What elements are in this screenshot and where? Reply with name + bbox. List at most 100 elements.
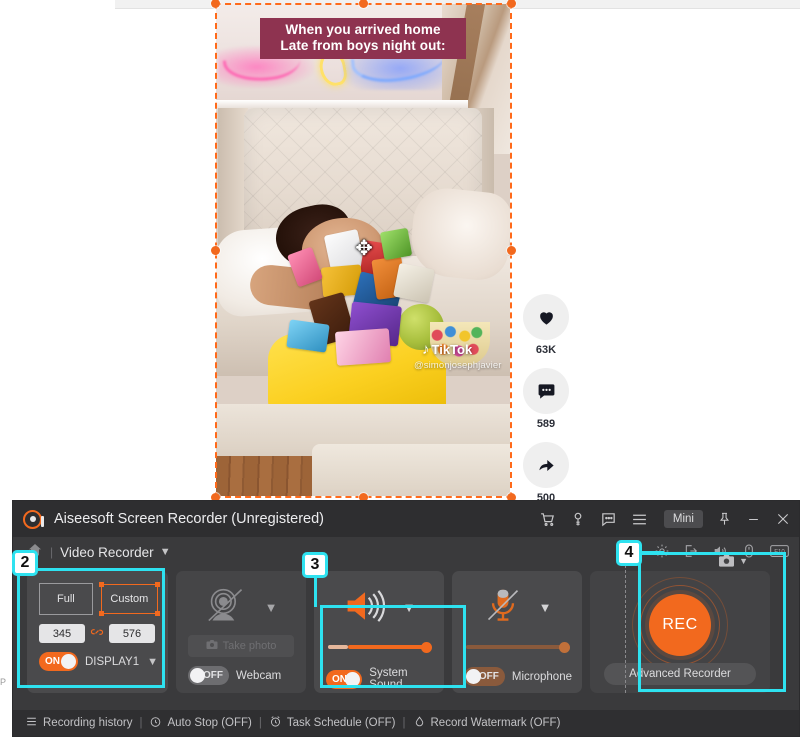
- microphone-muted-icon[interactable]: [483, 587, 523, 628]
- minimize-icon[interactable]: [746, 512, 761, 527]
- tiktok-note-icon: ♪: [422, 341, 430, 358]
- callout-badge-2: 2: [12, 550, 38, 576]
- resize-handle-middle-right[interactable]: [507, 246, 516, 255]
- webcam-toggle-row: OFF Webcam: [188, 666, 296, 685]
- tiktok-social-rail: 63K 589 500: [523, 294, 569, 516]
- statusbar-separator: |: [258, 717, 262, 729]
- camera-snapshot-icon[interactable]: ▼: [718, 553, 748, 568]
- slider-thumb[interactable]: [559, 641, 570, 653]
- webcam-toggle[interactable]: OFF: [188, 666, 229, 685]
- system-sound-label: System Sound: [369, 667, 408, 691]
- webcam-panel: ▼ Take photo OFF Webcam: [176, 571, 306, 693]
- mode-label[interactable]: Video Recorder: [60, 545, 154, 560]
- full-label: Full: [56, 593, 75, 605]
- display-toggle-row: ON DISPLAY1 ▼: [39, 652, 158, 671]
- system-sound-panel: ▼ ON System Sound: [314, 571, 444, 693]
- carpet: [312, 444, 510, 496]
- chevron-down-icon[interactable]: ▼: [539, 600, 552, 615]
- app-title: Aiseesoft Screen Recorder (Unregistered): [54, 511, 324, 527]
- capture-area-toggle[interactable]: ON: [39, 652, 78, 671]
- dimension-row: [39, 624, 158, 643]
- slider-thumb[interactable]: [421, 641, 432, 653]
- callout-leader-3-top: [320, 605, 466, 608]
- capture-area-panel: Full Custom 345 576 ON DISPLAY1 ▼: [27, 571, 168, 693]
- cart-icon[interactable]: [539, 511, 556, 528]
- schedule-clock-icon: [269, 715, 282, 731]
- microphone-label: Microphone: [511, 670, 572, 683]
- advanced-recorder-label: Advanced Recorder: [629, 668, 731, 680]
- app-statusbar: Recording history | Auto Stop (OFF) | Ta…: [13, 710, 799, 736]
- resize-handle-middle-left[interactable]: [211, 246, 220, 255]
- record-button-rings: REC: [632, 577, 728, 673]
- width-input[interactable]: [39, 624, 85, 643]
- microphone-panel: ▼ OFF Microphone: [452, 571, 582, 693]
- screenshot-root: P When you arrived home Late from boys n…: [0, 0, 800, 737]
- task-schedule-label: Task Schedule (OFF): [286, 717, 396, 729]
- camera-icon: [206, 639, 218, 653]
- key-icon[interactable]: [570, 511, 586, 528]
- custom-label: Custom: [110, 593, 149, 605]
- app-logo-icon: [23, 509, 44, 529]
- pin-icon[interactable]: [717, 511, 732, 527]
- area-mode-buttons: Full Custom: [39, 582, 160, 616]
- statusbar-separator: |: [139, 717, 143, 729]
- recording-history-item[interactable]: Recording history: [25, 715, 132, 731]
- link-ratio-icon[interactable]: [90, 625, 104, 642]
- webcam-toggle-state: OFF: [203, 670, 223, 681]
- callout-leader-4: [640, 551, 664, 554]
- task-schedule-item[interactable]: Task Schedule (OFF): [269, 715, 396, 731]
- snack-item: [393, 262, 435, 304]
- custom-area-button[interactable]: Custom: [98, 582, 160, 616]
- advanced-recorder-button[interactable]: Advanced Recorder: [604, 663, 756, 685]
- chevron-down-icon[interactable]: ▼: [739, 556, 748, 566]
- hotkey-f10-icon[interactable]: F10: [770, 544, 789, 561]
- left-edge-glyph: P: [0, 677, 7, 687]
- app-titlebar: Aiseesoft Screen Recorder (Unregistered)…: [13, 501, 799, 537]
- chevron-down-icon[interactable]: ▼: [265, 600, 278, 615]
- caption-line-2: Late from boys night out:: [280, 38, 446, 53]
- microphone-toggle-row: OFF Microphone: [464, 667, 572, 686]
- record-panel-divider: [625, 565, 626, 693]
- full-screen-button[interactable]: Full: [39, 583, 93, 615]
- display-label[interactable]: DISPLAY1: [85, 656, 139, 668]
- comment-icon[interactable]: [523, 368, 569, 414]
- tiktok-watermark: ♪ TikTok: [422, 342, 508, 357]
- microphone-toggle[interactable]: OFF: [464, 667, 505, 686]
- system-sound-slider[interactable]: [328, 641, 432, 653]
- tiktok-handle: @simonjosephjavier: [414, 360, 502, 371]
- heart-icon[interactable]: [523, 294, 569, 340]
- mini-mode-button[interactable]: Mini: [663, 510, 703, 528]
- webcam-label: Webcam: [236, 669, 282, 682]
- height-input[interactable]: [109, 624, 155, 643]
- system-sound-toggle[interactable]: ON: [326, 669, 363, 689]
- microphone-toggle-state: OFF: [478, 671, 499, 682]
- auto-stop-item[interactable]: Auto Stop (OFF): [149, 715, 252, 731]
- app-toolbar: | Video Recorder ▼ F10: [13, 537, 799, 567]
- system-sound-toggle-row: ON System Sound: [326, 667, 434, 691]
- webcam-disabled-icon[interactable]: [205, 586, 249, 629]
- toolbar-separator: |: [50, 545, 54, 559]
- record-button[interactable]: REC: [649, 594, 711, 656]
- svg-text:F10: F10: [774, 548, 785, 555]
- callout-badge-4: 4: [616, 540, 642, 566]
- auto-stop-label: Auto Stop (OFF): [167, 717, 252, 729]
- microphone-slider[interactable]: [466, 641, 570, 653]
- take-photo-button[interactable]: Take photo: [188, 635, 294, 657]
- recording-history-label: Recording history: [43, 717, 133, 729]
- take-photo-label: Take photo: [222, 640, 277, 652]
- feedback-icon[interactable]: [600, 511, 617, 528]
- menu-icon[interactable]: [631, 511, 648, 528]
- close-icon[interactable]: [775, 511, 791, 527]
- move-cursor-icon: ✥: [355, 237, 373, 260]
- chevron-down-icon[interactable]: ▼: [160, 546, 171, 558]
- chevron-down-icon[interactable]: ▼: [147, 656, 158, 668]
- titlebar-actions: Mini: [539, 510, 791, 528]
- tiktok-brand-label: TikTok: [431, 342, 473, 357]
- record-watermark-item[interactable]: Record Watermark (OFF): [413, 715, 560, 731]
- share-icon[interactable]: [523, 442, 569, 488]
- snack-item: [334, 328, 392, 366]
- callout-leader-3: [314, 578, 317, 607]
- callout-badge-3: 3: [302, 552, 328, 578]
- export-icon[interactable]: [683, 543, 699, 562]
- record-panel: ▼ REC Advanced Recorder: [590, 554, 770, 693]
